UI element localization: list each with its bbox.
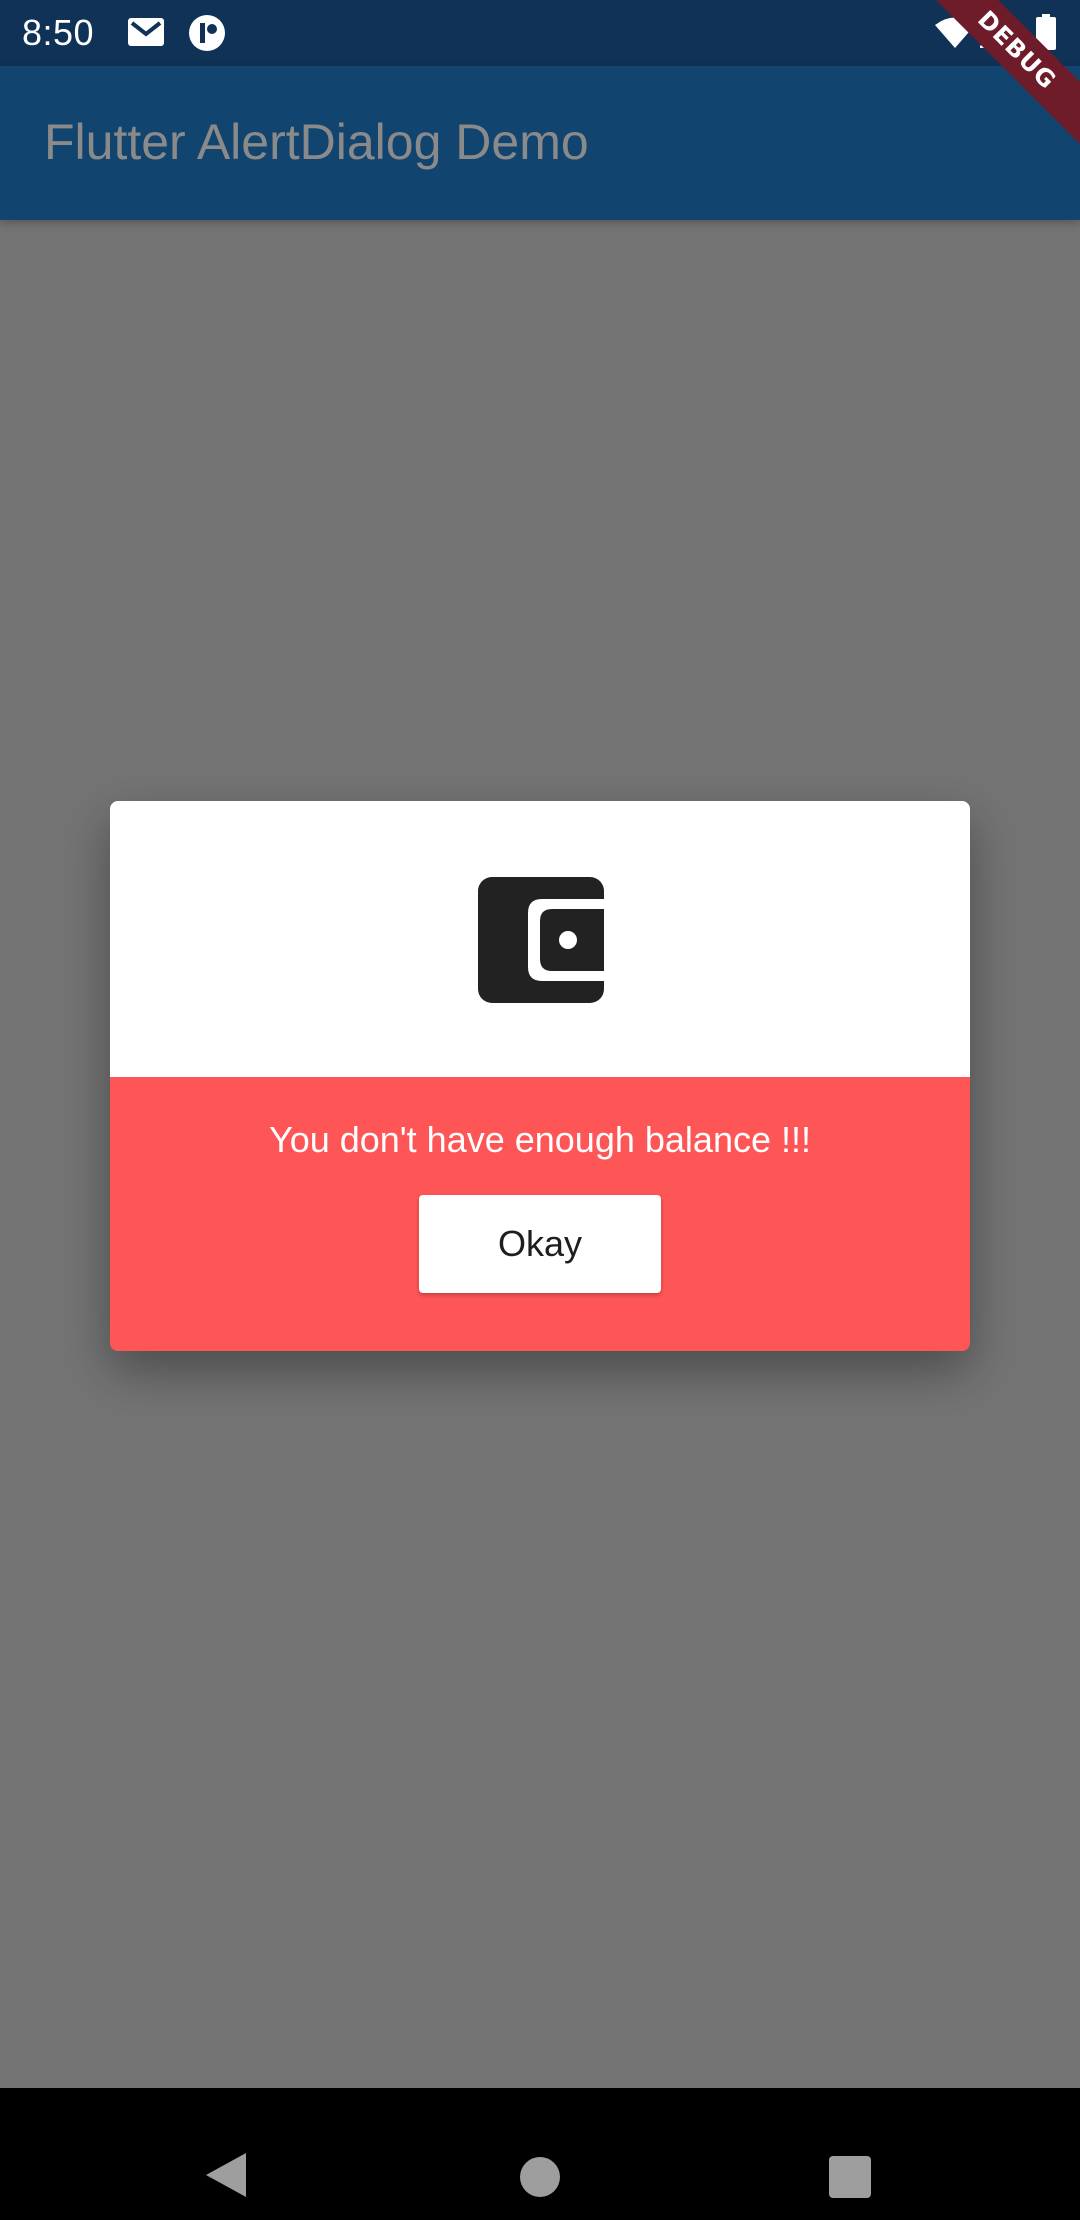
dialog-body: You don't have enough balance !!! Okay	[110, 1077, 970, 1351]
app-bar: Flutter AlertDialog Demo	[0, 66, 1080, 220]
wifi-icon	[935, 17, 975, 48]
battery-icon	[1036, 14, 1056, 50]
alert-dialog: You don't have enough balance !!! Okay	[110, 801, 970, 1351]
back-icon	[206, 2153, 246, 2197]
status-bar: 8:50	[0, 0, 1080, 66]
okay-button[interactable]: Okay	[419, 1195, 661, 1293]
dialog-header	[110, 801, 970, 1077]
wallet-icon	[478, 877, 604, 1003]
gmail-icon	[128, 18, 164, 46]
dialog-message: You don't have enough balance !!!	[268, 1119, 811, 1160]
nav-home-button[interactable]	[470, 2088, 610, 2220]
signal-icon	[980, 16, 1014, 48]
home-icon	[520, 2156, 560, 2197]
app-notification-icon	[189, 15, 225, 51]
recents-icon	[829, 2155, 871, 2198]
nav-back-button[interactable]	[156, 2088, 296, 2220]
page-title: Flutter AlertDialog Demo	[44, 114, 589, 170]
nav-recents-button[interactable]	[780, 2088, 920, 2220]
system-nav-bar	[0, 2088, 1080, 2220]
status-time: 8:50	[22, 12, 95, 53]
